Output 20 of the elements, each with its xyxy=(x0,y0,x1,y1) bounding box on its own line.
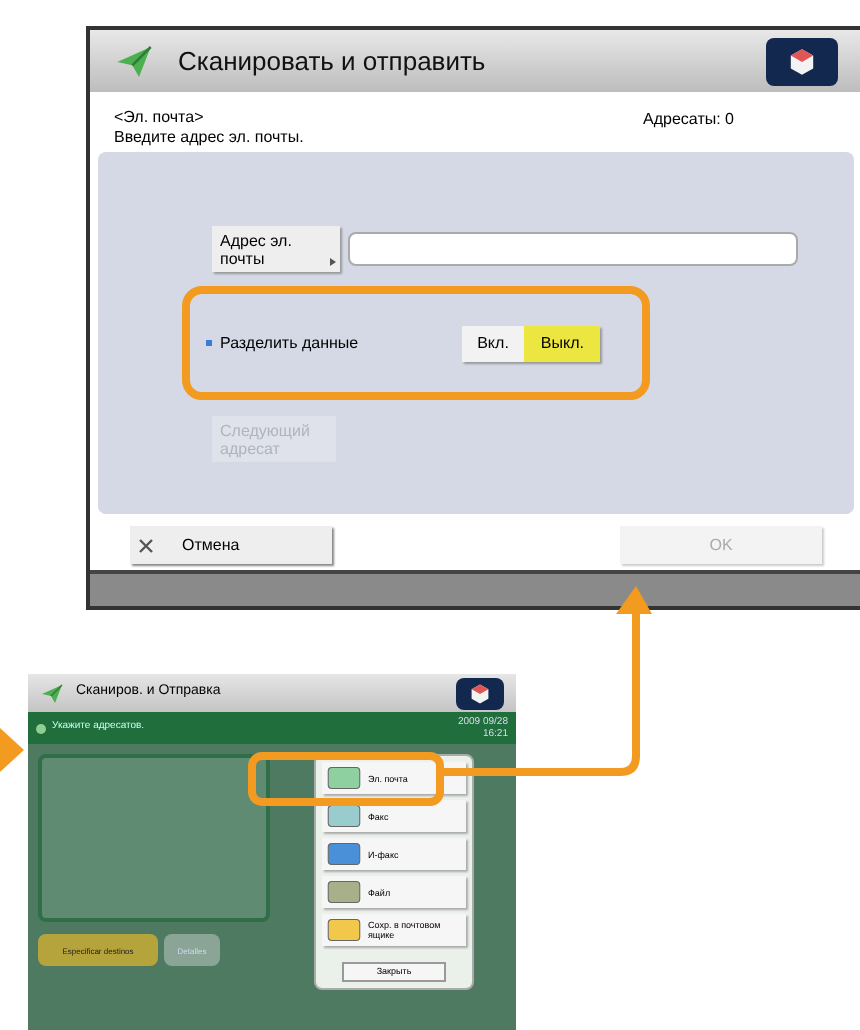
window-title: Сканировать и отправить xyxy=(178,43,488,80)
split-data-label: Разделить данные xyxy=(220,333,361,353)
caret-icon xyxy=(330,258,336,266)
arrow-icon xyxy=(0,728,24,772)
cube-button[interactable] xyxy=(456,677,504,709)
cube-icon xyxy=(468,681,492,705)
close-icon xyxy=(138,537,154,553)
bullet-icon xyxy=(206,340,212,346)
paper-plane-icon xyxy=(114,41,154,81)
mode-label: <Эл. почта> xyxy=(114,108,206,128)
toggle-option[interactable]: Вкл. xyxy=(461,325,525,361)
toggle-option[interactable]: Выкл. xyxy=(524,325,600,361)
recipients-count: Адресаты: 0 xyxy=(643,108,734,132)
cube-button[interactable] xyxy=(766,37,838,85)
address-button[interactable]: Адрес эл. почты xyxy=(212,226,340,272)
address-field[interactable] xyxy=(348,232,798,266)
instruction-text: Введите адрес эл. почты. xyxy=(114,128,306,148)
cancel-button[interactable]: Отмена xyxy=(130,526,332,564)
paper-plane-icon xyxy=(40,681,64,705)
cube-icon xyxy=(786,45,818,77)
